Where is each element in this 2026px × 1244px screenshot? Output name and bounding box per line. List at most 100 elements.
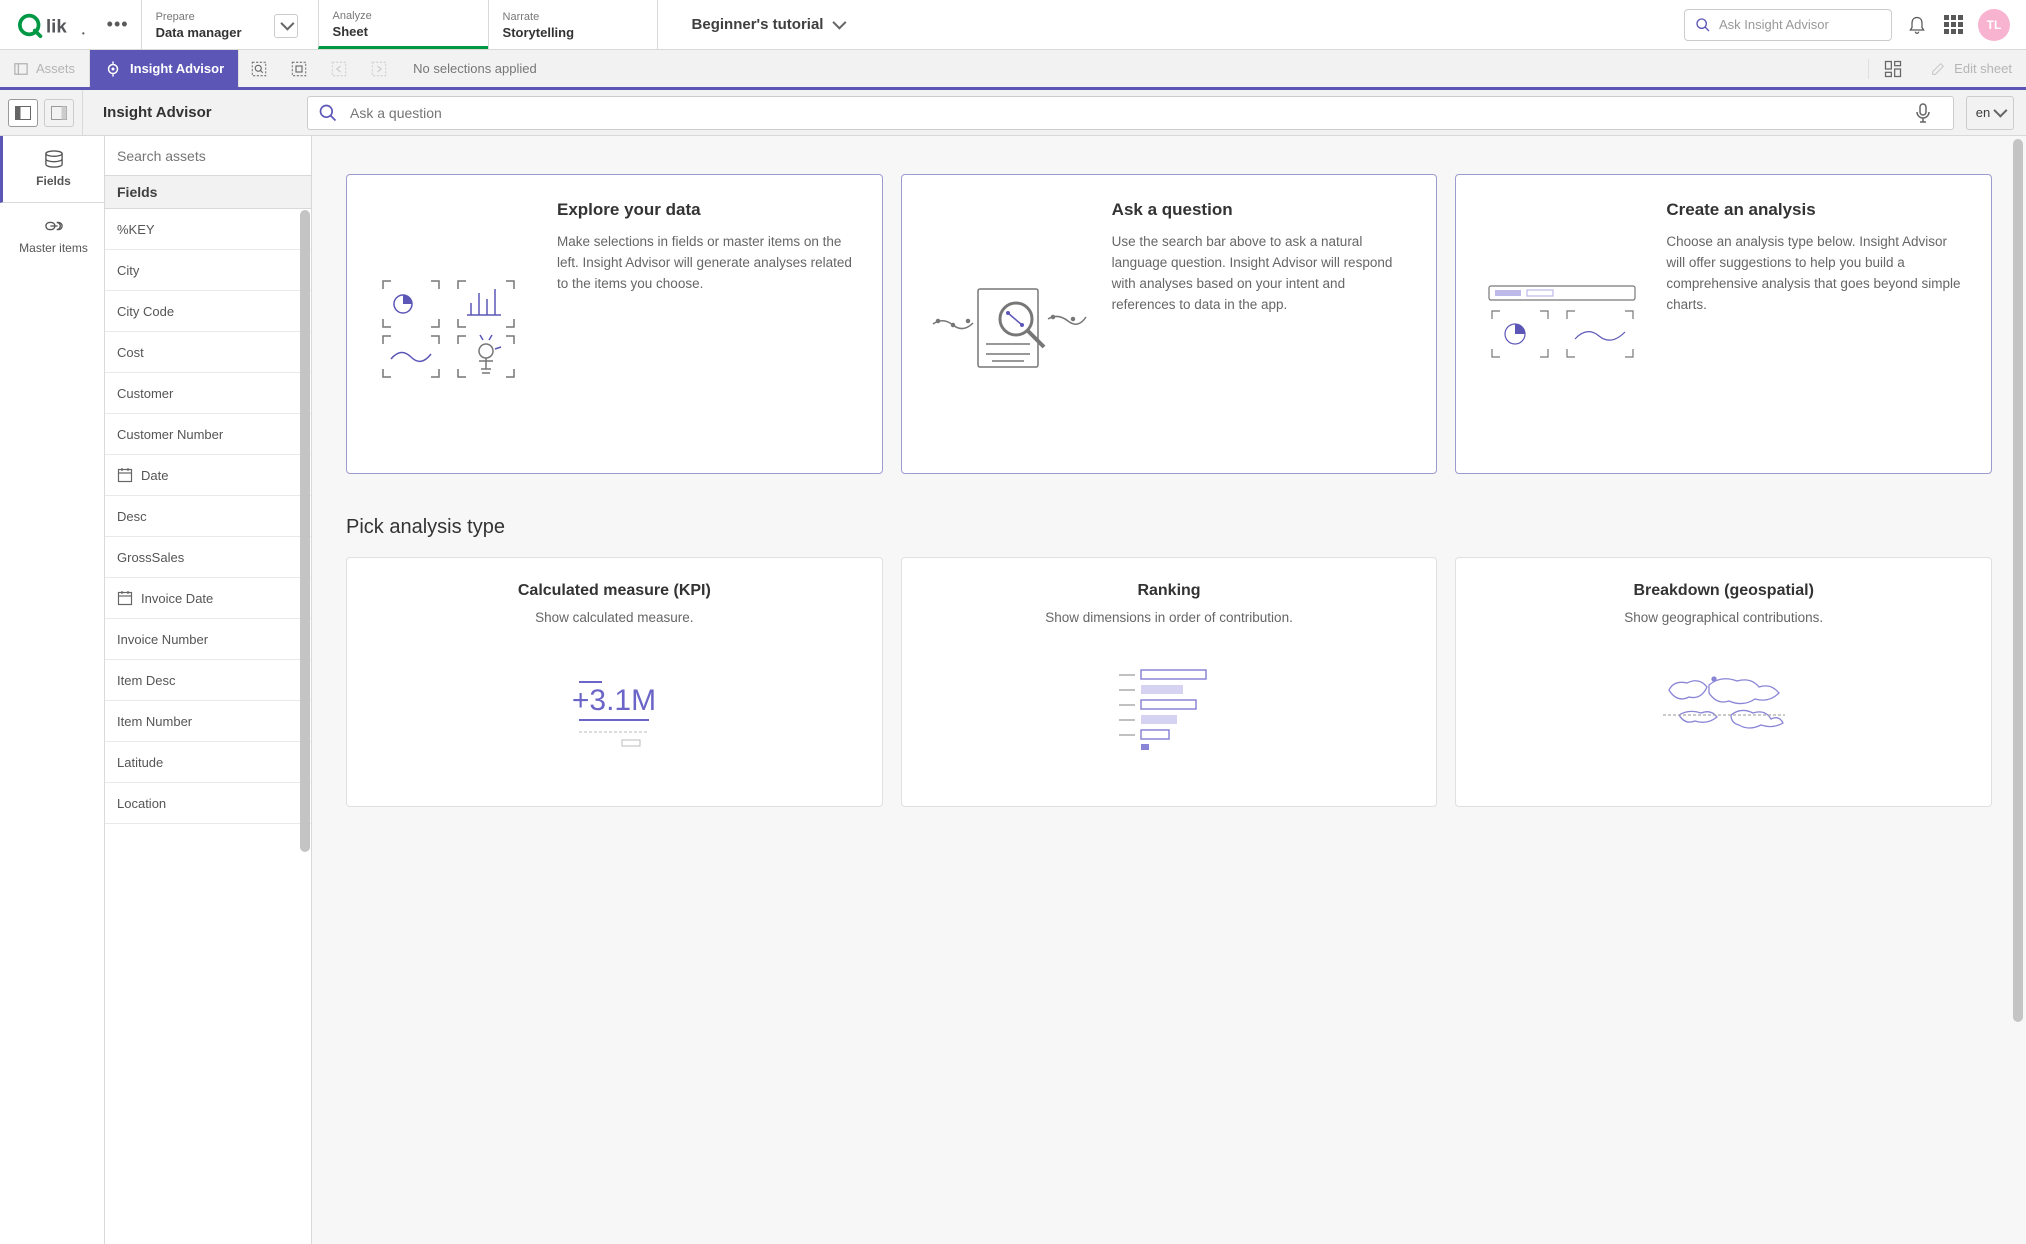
analysis-illustration: +3.1M <box>373 655 856 755</box>
selections-tool-button[interactable] <box>279 60 319 78</box>
asset-scrollbar[interactable] <box>299 209 311 1244</box>
asset-item-label: Cost <box>117 345 144 360</box>
no-selections-text: No selections applied <box>399 50 551 87</box>
notifications-button[interactable] <box>1906 14 1928 36</box>
calendar-icon <box>117 590 133 606</box>
app-title-area[interactable]: Beginner's tutorial <box>658 0 1668 49</box>
asset-item[interactable]: Cost <box>105 332 311 373</box>
app-launcher-icon[interactable] <box>1942 14 1964 36</box>
tab-narrate-big: Storytelling <box>503 25 637 40</box>
asset-item[interactable]: %KEY <box>105 209 311 250</box>
svg-text:+3.1M: +3.1M <box>572 684 656 717</box>
asset-item-label: GrossSales <box>117 550 184 565</box>
more-menu-icon[interactable]: ••• <box>107 14 129 35</box>
asset-item-label: Item Number <box>117 714 192 729</box>
selection-icon <box>290 60 308 78</box>
intro-card-title: Ask a question <box>1112 199 1411 220</box>
forward-icon <box>370 60 388 78</box>
asset-item-label: Desc <box>117 509 147 524</box>
asset-item[interactable]: Invoice Date <box>105 578 311 619</box>
chevron-down-icon <box>833 16 843 33</box>
asset-item-label: Latitude <box>117 755 163 770</box>
prepare-dropdown[interactable] <box>274 14 298 38</box>
insight-advisor-button[interactable]: Insight Advisor <box>90 50 239 87</box>
subheader-title: Insight Advisor <box>82 90 307 135</box>
asset-item[interactable]: Item Desc <box>105 660 311 701</box>
asset-item[interactable]: Invoice Number <box>105 619 311 660</box>
ask-insight-box[interactable]: Ask Insight Advisor <box>1684 9 1892 41</box>
asset-item[interactable]: Date <box>105 455 311 496</box>
analysis-illustration <box>928 655 1411 755</box>
svg-text:lik: lik <box>46 15 67 36</box>
analysis-card[interactable]: Calculated measure (KPI) Show calculated … <box>346 557 883 807</box>
edit-sheet-button[interactable]: Edit sheet <box>1916 61 2026 77</box>
right-panel-toggle[interactable] <box>44 99 74 127</box>
analysis-card-title: Breakdown (geospatial) <box>1482 582 1965 600</box>
ask-placeholder: Ask Insight Advisor <box>1719 17 1829 32</box>
intro-card[interactable]: Ask a questionUse the search bar above t… <box>901 174 1438 474</box>
analysis-card-title: Calculated measure (KPI) <box>373 582 856 600</box>
microphone-icon <box>1915 103 1931 123</box>
language-selector[interactable]: en <box>1966 96 2014 130</box>
question-input[interactable] <box>350 105 1903 121</box>
bell-icon <box>1907 15 1927 35</box>
user-avatar[interactable]: TL <box>1978 9 2010 41</box>
tab-analyze[interactable]: Analyze Sheet <box>318 0 488 49</box>
analysis-card-desc: Show calculated measure. <box>373 610 856 625</box>
asset-item[interactable]: Customer <box>105 373 311 414</box>
scrollbar-thumb[interactable] <box>2013 139 2023 1022</box>
left-rail: Fields Master items <box>0 136 105 1244</box>
asset-item[interactable]: GrossSales <box>105 537 311 578</box>
question-bar[interactable] <box>307 96 1954 130</box>
asset-item[interactable]: City <box>105 250 311 291</box>
intro-card-title: Create an analysis <box>1666 199 1965 220</box>
analysis-cards: Calculated measure (KPI) Show calculated … <box>346 557 1992 807</box>
database-icon <box>43 150 65 168</box>
chevron-down-icon <box>1994 105 2004 120</box>
top-header: lik ••• Prepare Data manager Analyze She… <box>0 0 2026 50</box>
calendar-icon <box>117 467 133 483</box>
analysis-illustration <box>1482 655 1965 755</box>
asset-item[interactable]: Latitude <box>105 742 311 783</box>
asset-item[interactable]: Desc <box>105 496 311 537</box>
asset-item[interactable]: Location <box>105 783 311 824</box>
rail-fields[interactable]: Fields <box>0 136 104 203</box>
intro-cards: Explore your dataMake selections in fiel… <box>346 174 1992 474</box>
asset-item-label: City <box>117 263 139 278</box>
tab-narrate[interactable]: Narrate Storytelling <box>488 0 658 49</box>
asset-search[interactable] <box>105 136 311 176</box>
intro-card[interactable]: Create an analysis Choose an analysis typ… <box>1455 174 1992 474</box>
smart-search-button[interactable] <box>239 60 279 78</box>
analysis-card[interactable]: Breakdown (geospatial) Show geographical … <box>1455 557 1992 807</box>
analysis-card-desc: Show geographical contributions. <box>1482 610 1965 625</box>
qlik-logo[interactable]: lik <box>18 11 93 39</box>
tab-analyze-big: Sheet <box>333 24 468 39</box>
intro-card[interactable]: Explore your dataMake selections in fiel… <box>346 174 883 474</box>
asset-search-input[interactable] <box>117 148 299 164</box>
content-scrollbar[interactable] <box>2012 138 2024 1242</box>
asset-item-label: Location <box>117 796 166 811</box>
step-back-button[interactable] <box>319 60 359 78</box>
bookmarks-button[interactable] <box>1868 59 1916 79</box>
assets-button[interactable]: Assets <box>0 50 90 87</box>
intro-card-desc: Choose an analysis type below. Insight A… <box>1666 232 1965 316</box>
asset-item[interactable]: Item Number <box>105 701 311 742</box>
asset-item[interactable]: City Code <box>105 291 311 332</box>
app-title: Beginner's tutorial <box>692 16 824 33</box>
asset-item[interactable]: Customer Number <box>105 414 311 455</box>
analysis-card[interactable]: RankingShow dimensions in order of contr… <box>901 557 1438 807</box>
rail-master-items[interactable]: Master items <box>0 203 104 269</box>
intro-illustration <box>1482 199 1642 449</box>
left-panel-toggle[interactable] <box>8 99 38 127</box>
asset-item-label: Invoice Number <box>117 632 208 647</box>
content-area: Explore your dataMake selections in fiel… <box>312 136 2026 1244</box>
asset-item-label: Item Desc <box>117 673 176 688</box>
tab-prepare[interactable]: Prepare Data manager <box>141 0 318 49</box>
step-forward-button[interactable] <box>359 60 399 78</box>
link-icon <box>43 217 65 235</box>
asset-item-label: %KEY <box>117 222 155 237</box>
header-right: Ask Insight Advisor TL <box>1668 0 2026 49</box>
insight-icon <box>104 60 122 78</box>
microphone-button[interactable] <box>1903 96 1943 130</box>
scrollbar-thumb[interactable] <box>300 210 310 852</box>
